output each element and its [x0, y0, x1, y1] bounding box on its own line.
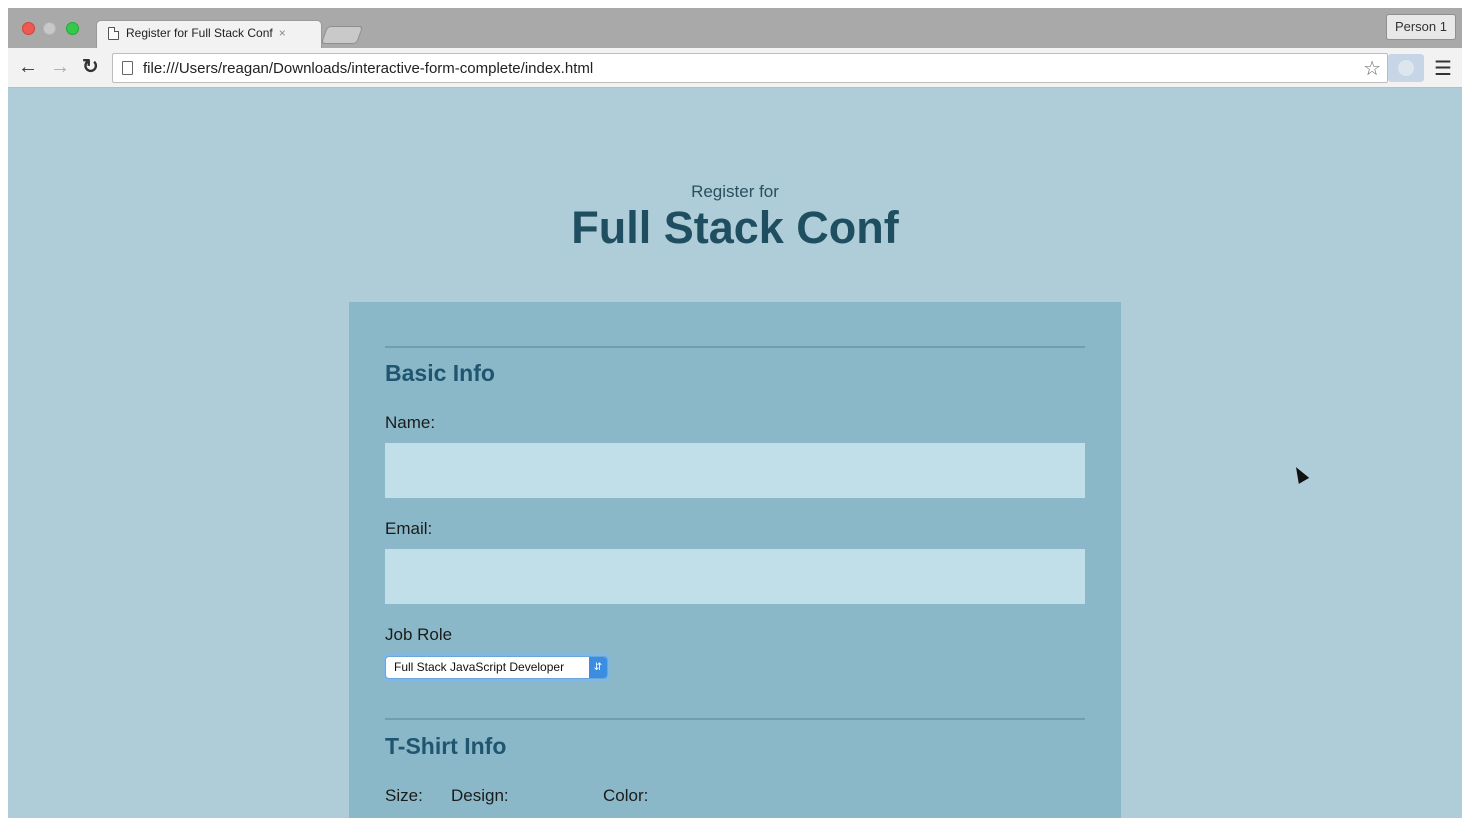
- address-bar[interactable]: file:///Users/reagan/Downloads/interacti…: [112, 53, 1388, 83]
- reload-icon[interactable]: ↻: [82, 56, 99, 78]
- profile-button[interactable]: Person 1: [1385, 14, 1456, 40]
- job-role-label: Job Role: [385, 625, 453, 644]
- url-text[interactable]: file:///Users/reagan/Downloads/interacti…: [143, 60, 593, 77]
- tshirt-info-heading: T-Shirt Info: [385, 733, 507, 759]
- name-input[interactable]: [385, 443, 1085, 498]
- email-input[interactable]: [385, 549, 1085, 604]
- back-arrow-icon[interactable]: ←: [18, 56, 38, 78]
- name-label: Name:: [385, 413, 436, 432]
- color-label: Color:: [603, 786, 649, 805]
- design-label: Design:: [451, 786, 509, 805]
- section-divider: [385, 718, 1085, 720]
- page-icon: [122, 61, 133, 75]
- menu-icon[interactable]: ☰: [1434, 56, 1452, 81]
- section-divider: [385, 346, 1085, 348]
- maximize-window-button[interactable]: [66, 22, 79, 35]
- browser-toolbar: ← → ↻ file:///Users/reagan/Downloads/int…: [8, 48, 1462, 88]
- job-role-selected: Full Stack JavaScript Developer: [394, 660, 565, 674]
- select-arrows-icon: ⇵: [589, 657, 607, 678]
- registration-form: Basic Info Name: Email: Job Role Full St…: [349, 302, 1121, 818]
- basic-info-heading: Basic Info: [385, 360, 495, 386]
- size-label: Size:: [385, 786, 423, 805]
- tab-title: Register for Full Stack Conf: [126, 26, 273, 40]
- email-label: Email:: [385, 519, 433, 538]
- new-tab-button[interactable]: [320, 26, 364, 44]
- minimize-window-button[interactable]: [43, 22, 56, 35]
- browser-window: Person 1 Register for Full Stack Conf × …: [8, 0, 1462, 818]
- extension-icon[interactable]: [1388, 54, 1424, 82]
- page-content: Register for Full Stack Conf Basic Info …: [8, 88, 1462, 818]
- tab-close-icon[interactable]: ×: [279, 26, 286, 40]
- page-icon: [108, 26, 119, 40]
- page-title: Full Stack Conf: [571, 202, 899, 253]
- tab-content: Register for Full Stack Conf ×: [108, 20, 320, 46]
- page-subtitle: Register for: [691, 182, 779, 201]
- close-window-button[interactable]: [22, 22, 35, 35]
- bookmark-star-icon[interactable]: ☆: [1363, 56, 1381, 81]
- forward-arrow-icon[interactable]: →: [50, 56, 70, 78]
- job-role-select[interactable]: Full Stack JavaScript Developer ⇵: [385, 656, 608, 679]
